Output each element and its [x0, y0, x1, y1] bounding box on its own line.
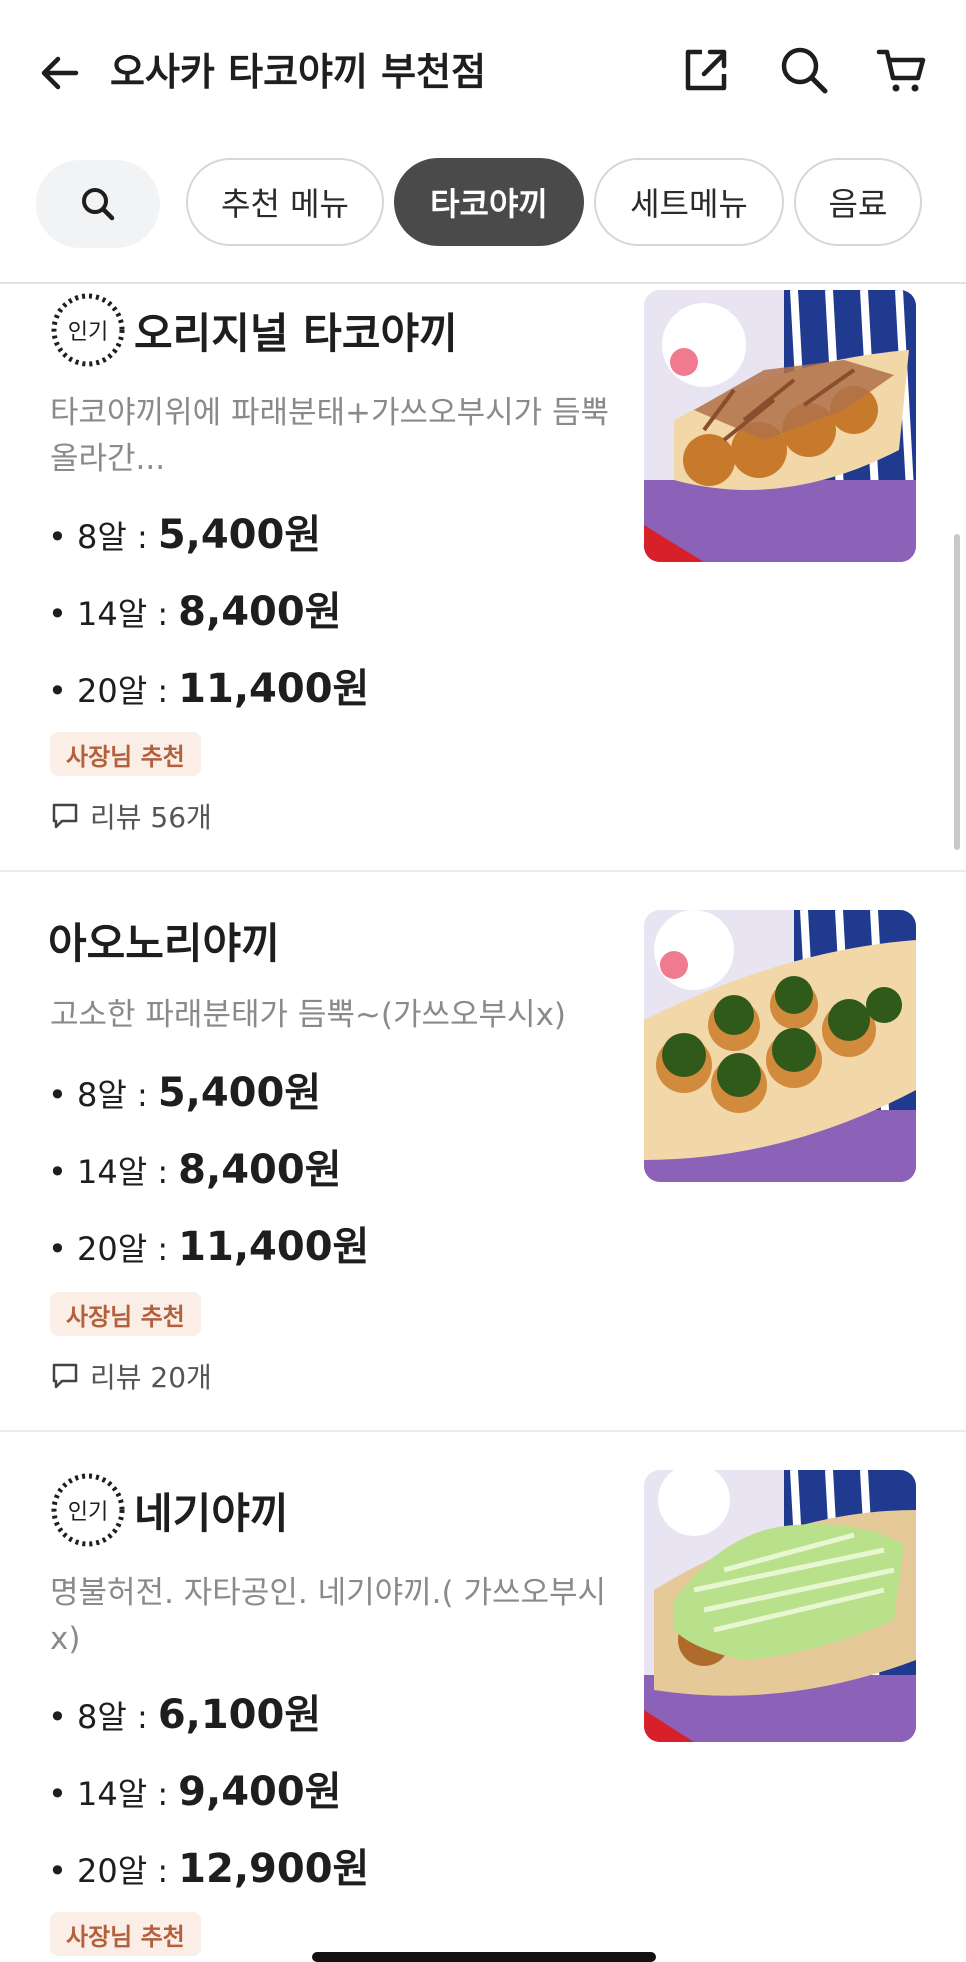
menu-item-photo — [644, 910, 916, 1182]
comment-icon — [52, 1363, 78, 1389]
tab-drinks[interactable]: 음료 — [794, 158, 922, 246]
menu-item-title-row: 인기 네기야끼 — [48, 1470, 289, 1550]
price-option: • 20알 :11,400원 — [48, 666, 370, 712]
share-icon[interactable] — [680, 44, 732, 96]
menu-item-photo — [644, 290, 916, 562]
scrollbar[interactable] — [954, 534, 960, 850]
menu-search-button[interactable] — [36, 160, 160, 248]
menu-item-description: 고소한 파래분태가 듬뿍~(가쓰오부시x) — [50, 997, 567, 1033]
price-option: • 8알 :5,400원 — [48, 1070, 322, 1116]
menu-item-description: 타코야끼위에 파래분태+가쓰오부시가 듬뿍 올라간... — [50, 395, 610, 477]
comment-icon — [52, 803, 78, 829]
tab-set-menu[interactable]: 세트메뉴 — [594, 158, 784, 246]
menu-item-name: 아오노리야끼 — [48, 919, 280, 968]
owner-recommend-tag: 사장님 추천 — [50, 1912, 201, 1956]
menu-item[interactable]: 인기 네기야끼 명불허전. 자타공인. 네기야끼.( 가쓰오부시x) • 8알 … — [0, 1434, 966, 1962]
owner-recommend-tag: 사장님 추천 — [50, 732, 201, 776]
owner-recommend-tag: 사장님 추천 — [50, 1292, 201, 1336]
cart-icon[interactable] — [876, 44, 928, 96]
popular-badge: 인기 — [48, 1470, 128, 1550]
item-divider — [0, 1430, 966, 1432]
menu-item[interactable]: 인기 오리지널 타코야끼 타코야끼위에 파래분태+가쓰오부시가 듬뿍 올라간..… — [0, 284, 966, 870]
home-indicator — [312, 1952, 656, 1962]
popular-badge: 인기 — [48, 290, 128, 370]
menu-item-title-row: 인기 오리지널 타코야끼 — [48, 290, 458, 370]
price-option: • 20알 :12,900원 — [48, 1846, 370, 1892]
tab-recommended[interactable]: 추천 메뉴 — [186, 158, 384, 246]
price-option: • 8알 :5,400원 — [48, 512, 322, 558]
price-option: • 14알 :9,400원 — [48, 1769, 342, 1815]
tab-takoyaki[interactable]: 타코야끼 — [394, 158, 584, 246]
app-header: 오사카 타코야끼 부천점 — [0, 0, 966, 140]
price-option: • 14알 :8,400원 — [48, 589, 342, 635]
menu-item-photo — [644, 1470, 916, 1742]
category-tab-bar: 추천 메뉴 타코야끼 세트메뉴 음료 — [0, 150, 966, 284]
review-count[interactable]: 리뷰 20개 — [50, 1356, 212, 1396]
price-option: • 14알 :8,400원 — [48, 1147, 342, 1193]
menu-item-title-row: 아오노리야끼 — [48, 910, 280, 971]
price-option: • 20알 :11,400원 — [48, 1224, 370, 1270]
price-option: • 8알 :6,100원 — [48, 1692, 322, 1738]
store-title: 오사카 타코야끼 부천점 — [110, 50, 487, 94]
item-divider — [0, 870, 966, 872]
search-icon[interactable] — [778, 44, 830, 96]
menu-item-name: 네기야끼 — [134, 1488, 289, 1538]
menu-item[interactable]: 아오노리야끼 고소한 파래분태가 듬뿍~(가쓰오부시x) • 8알 :5,400… — [0, 874, 966, 1430]
search-icon — [82, 188, 115, 221]
review-count[interactable]: 리뷰 56개 — [50, 796, 212, 836]
menu-item-description: 명불허전. 자타공인. 네기야끼.( 가쓰오부시x) — [50, 1575, 607, 1657]
back-arrow-icon[interactable] — [36, 48, 86, 98]
menu-item-name: 오리지널 타코야끼 — [134, 308, 458, 358]
